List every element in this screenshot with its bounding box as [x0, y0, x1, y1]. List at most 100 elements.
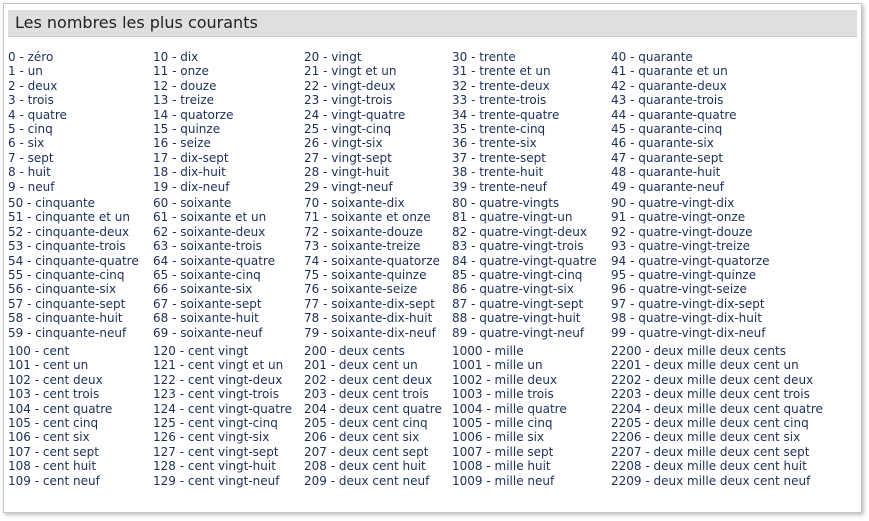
- page-title: Les nombres les plus courants: [15, 13, 258, 32]
- number-item: 200 - deux cents: [304, 344, 405, 358]
- number-item: 34 - trente-quatre: [452, 107, 560, 122]
- number-item: 10 - dix: [153, 50, 199, 64]
- number-item: 103 - cent trois: [8, 387, 100, 402]
- number-item: 207 - deux cent sept: [304, 444, 429, 459]
- number-item: 69 - soixante-neuf: [153, 325, 263, 340]
- number-item: 55 - cinquante-cinq: [8, 267, 125, 282]
- number-item: 2200 - deux mille deux cents: [611, 344, 786, 358]
- number-column: 40 - quarante 41 - quarante et un 42 - qua…: [611, 50, 736, 194]
- number-item: 67 - soixante-sept: [153, 296, 262, 311]
- number-item: 126 - cent vingt-six: [153, 430, 270, 445]
- number-item: 1000 - mille: [452, 344, 524, 358]
- number-item: 128 - cent vingt-huit: [153, 459, 276, 474]
- number-item: 42 - quarante-deux: [611, 78, 727, 93]
- number-item: 106 - cent six: [8, 430, 90, 445]
- number-item: 17 - dix-sept: [153, 150, 229, 165]
- number-item: 23 - vingt-trois: [304, 93, 393, 108]
- number-item: 41 - quarante et un: [611, 64, 728, 79]
- number-item: 120 - cent vingt: [153, 344, 249, 358]
- number-item: 54 - cinquante-quatre: [8, 253, 139, 268]
- number-item: 59 - cinquante-neuf: [8, 325, 127, 340]
- number-item: 15 - quinze: [153, 121, 221, 136]
- number-item: 75 - soixante-quinze: [304, 267, 427, 282]
- number-column: 100 - cent 101 - cent un 102 - cent deux 10…: [8, 344, 112, 488]
- number-item: 86 - quatre-vingt-six: [452, 282, 574, 297]
- number-item: 1003 - mille trois: [452, 387, 554, 402]
- number-column: 20 - vingt 21 - vingt et un 22 - vingt-deu…: [304, 50, 405, 194]
- number-item: 60 - soixante: [153, 196, 232, 210]
- number-item: 98 - quatre-vingt-dix-huit: [611, 311, 762, 326]
- number-item: 92 - quatre-vingt-douze: [611, 224, 753, 239]
- number-item: 0 - zéro: [8, 50, 54, 64]
- number-item: 29 - vingt-neuf: [304, 179, 393, 194]
- number-item: 51 - cinquante et un: [8, 210, 130, 225]
- number-item: 82 - quatre-vingt-deux: [452, 224, 587, 239]
- number-item: 28 - vingt-huit: [304, 165, 390, 180]
- number-item: 203 - deux cent trois: [304, 387, 429, 402]
- number-item: 205 - deux cent cinq: [304, 415, 428, 430]
- number-item: 53 - cinquante-trois: [8, 239, 126, 254]
- number-item: 24 - vingt-quatre: [304, 107, 406, 122]
- number-item: 11 - onze: [153, 64, 209, 79]
- number-column: 120 - cent vingt 121 - cent vingt et un 12…: [153, 344, 292, 488]
- number-item: 101 - cent un: [8, 358, 89, 373]
- number-item: 1009 - mille neuf: [452, 473, 555, 488]
- number-item: 33 - trente-trois: [452, 93, 547, 108]
- number-column: 0 - zéro 1 - un 2 - deux 3 - trois 4 - quatr…: [8, 50, 67, 194]
- number-item: 27 - vingt-sept: [304, 150, 392, 165]
- number-item: 62 - soixante-deux: [153, 224, 266, 239]
- number-item: 25 - vingt-cinq: [304, 121, 392, 136]
- number-item: 2202 - deux mille deux cent deux: [611, 372, 814, 387]
- number-item: 1 - un: [8, 64, 43, 79]
- number-item: 1008 - mille huit: [452, 459, 551, 474]
- number-item: 125 - cent vingt-cinq: [153, 415, 278, 430]
- number-item: 43 - quarante-trois: [611, 93, 724, 108]
- number-item: 2 - deux: [8, 78, 58, 93]
- number-item: 1001 - mille un: [452, 358, 543, 373]
- number-item: 3 - trois: [8, 93, 54, 108]
- number-item: 108 - cent huit: [8, 459, 97, 474]
- number-item: 96 - quatre-vingt-seize: [611, 282, 747, 297]
- number-item: 22 - vingt-deux: [304, 78, 396, 93]
- number-item: 2201 - deux mille deux cent un: [611, 358, 799, 373]
- number-item: 109 - cent neuf: [8, 473, 100, 488]
- number-item: 14 - quatorze: [153, 107, 234, 122]
- number-item: 19 - dix-neuf: [153, 179, 230, 194]
- number-item: 99 - quatre-vingt-dix-neuf: [611, 325, 766, 340]
- number-item: 90 - quatre-vingt-dix: [611, 196, 735, 210]
- number-column: 70 - soixante-dix 71 - soixante et onze 72…: [304, 196, 440, 340]
- number-item: 65 - soixante-cinq: [153, 267, 261, 282]
- number-item: 76 - soixante-seize: [304, 282, 418, 297]
- number-item: 2207 - deux mille deux cent sept: [611, 444, 810, 459]
- number-item: 123 - cent vingt-trois: [153, 387, 279, 402]
- number-item: 202 - deux cent deux: [304, 372, 433, 387]
- number-item: 1006 - mille six: [452, 430, 545, 445]
- number-item: 87 - quatre-vingt-sept: [452, 296, 584, 311]
- number-item: 61 - soixante et un: [153, 210, 267, 225]
- number-item: 85 - quatre-vingt-cinq: [452, 267, 583, 282]
- number-item: 50 - cinquante: [8, 196, 96, 210]
- number-item: 121 - cent vingt et un: [153, 358, 284, 373]
- number-item: 37 - trente-sept: [452, 150, 546, 165]
- number-item: 206 - deux cent six: [304, 430, 420, 445]
- number-item: 95 - quatre-vingt-quinze: [611, 267, 757, 282]
- number-item: 32 - trente-deux: [452, 78, 550, 93]
- number-item: 124 - cent vingt-quatre: [153, 401, 292, 416]
- number-item: 91 - quatre-vingt-onze: [611, 210, 746, 225]
- number-item: 4 - quatre: [8, 107, 67, 122]
- number-column: 200 - deux cents 201 - deux cent un 202 - …: [304, 344, 442, 488]
- number-item: 57 - cinquante-sept: [8, 296, 126, 311]
- number-column: 2200 - deux mille deux cents 2201 - deux …: [611, 344, 823, 488]
- number-item: 38 - trente-huit: [452, 165, 544, 180]
- number-item: 49 - quarante-neuf: [611, 179, 724, 194]
- number-item: 129 - cent vingt-neuf: [153, 473, 280, 488]
- number-item: 39 - trente-neuf: [452, 179, 547, 194]
- number-item: 66 - soixante-six: [153, 282, 253, 297]
- number-item: 6 - six: [8, 136, 45, 151]
- number-item: 201 - deux cent un: [304, 358, 418, 373]
- number-item: 52 - cinquante-deux: [8, 224, 130, 239]
- number-item: 104 - cent quatre: [8, 401, 113, 416]
- number-item: 2206 - deux mille deux cent six: [611, 430, 801, 445]
- number-item: 83 - quatre-vingt-trois: [452, 239, 584, 254]
- number-item: 40 - quarante: [611, 50, 693, 64]
